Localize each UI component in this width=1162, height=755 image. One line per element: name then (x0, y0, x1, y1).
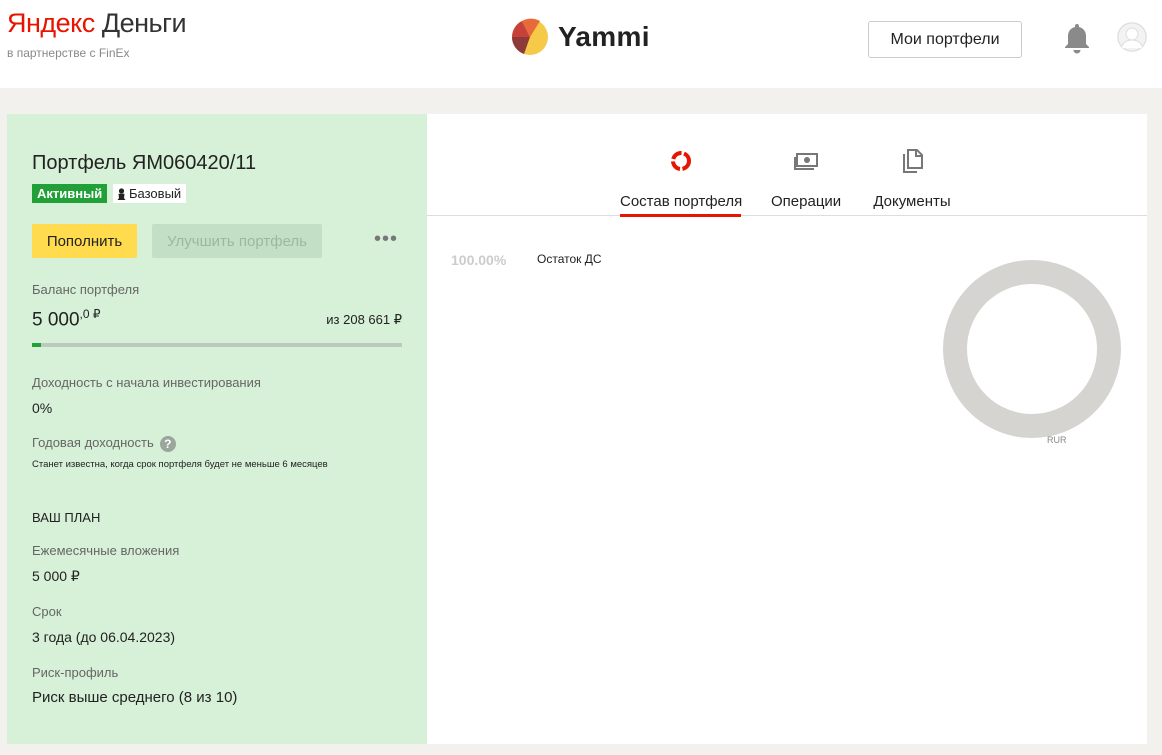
yammi-logo[interactable]: Yammi (510, 18, 650, 56)
person-icon (117, 187, 126, 200)
top-header: Яндекс Деньги в партнерстве с FinEx Yamm… (0, 0, 1162, 88)
tab-composition[interactable]: Состав портфеля (620, 148, 743, 217)
pie-ring-icon (620, 148, 741, 174)
balance-label: Баланс портфеля (32, 282, 140, 297)
tab-composition-label: Состав портфеля (620, 193, 743, 210)
term-value: 3 года (до 06.04.2023) (32, 629, 176, 645)
tab-operations-label: Операции (771, 193, 842, 210)
yield-since-start-label: Доходность с начала инвестирования (32, 375, 261, 390)
annual-yield-note: Станет известна, когда срок портфеля буд… (32, 459, 328, 470)
risk-profile-label: Риск-профиль (32, 665, 119, 680)
tier-badge: Базовый (113, 184, 187, 203)
monthly-contribution-label: Ежемесячные вложения (32, 543, 180, 558)
monthly-contribution-value: 5 000 ₽ (32, 568, 80, 584)
portfolio-tabs: Состав портфеля Операции Документы (427, 114, 1147, 217)
portfolio-title: Портфель ЯМ060420/11 (32, 152, 257, 174)
my-portfolios-button[interactable]: Мои портфели (868, 21, 1022, 58)
banknote-icon (771, 148, 841, 174)
help-question-icon[interactable]: ? (159, 435, 176, 452)
composition-donut-chart (943, 260, 1121, 438)
balance-decimal: ,0 ₽ (79, 307, 101, 321)
tab-documents-label: Документы (873, 193, 951, 210)
more-options-icon[interactable]: ••• (374, 229, 398, 249)
portfolio-detail-panel: Состав портфеля Операции Документы 100.0… (427, 114, 1147, 744)
balance-value: 5 000,0 ₽ (32, 307, 101, 331)
brand-logo-ya: Яндекс (7, 8, 95, 38)
balance-main: 5 000 (32, 309, 80, 331)
yandex-money-logo[interactable]: Яндекс Деньги (7, 8, 187, 38)
balance-target: из 208 661 ₽ (326, 312, 402, 327)
annual-yield-label-row: Годовая доходность? (32, 435, 176, 452)
donut-slice-Остаток ДС (943, 260, 1121, 438)
balance-progress-fill (32, 343, 41, 347)
documents-icon (870, 148, 954, 174)
asset-name: Остаток ДС (537, 252, 602, 266)
partner-caption: в партнерстве с FinEx (7, 46, 130, 60)
improve-portfolio-button[interactable]: Улучшить портфель (152, 224, 322, 258)
currency-label: RUR (1047, 435, 1067, 445)
yammi-logo-icon (511, 18, 548, 55)
brand-logo-dengi: Деньги (101, 8, 187, 38)
tier-badge-label: Базовый (129, 186, 182, 201)
brand-block[interactable]: Яндекс Деньги в партнерстве с FinEx (7, 8, 187, 60)
balance-progress-bar (32, 343, 402, 347)
portfolio-summary-panel: Портфель ЯМ060420/11 Активный Базовый По… (7, 114, 427, 744)
top-up-button[interactable]: Пополнить (32, 224, 137, 258)
term-label: Срок (32, 604, 62, 619)
status-badge: Активный (32, 184, 108, 203)
yield-since-start-value: 0% (32, 400, 53, 416)
tab-documents[interactable]: Документы (870, 148, 954, 210)
tab-operations[interactable]: Операции (771, 148, 841, 210)
notifications-bell-icon[interactable] (1063, 22, 1091, 54)
plan-heading: ВАШ ПЛАН (32, 510, 101, 525)
user-silhouette-icon (1117, 22, 1147, 52)
yammi-wordmark: Yammi (558, 21, 650, 52)
risk-profile-value: Риск выше среднего (8 из 10) (32, 689, 238, 706)
active-tab-underline (620, 214, 741, 217)
asset-share: 100.00% (451, 252, 507, 268)
annual-yield-label: Годовая доходность (32, 435, 154, 450)
user-avatar[interactable] (1117, 22, 1147, 52)
